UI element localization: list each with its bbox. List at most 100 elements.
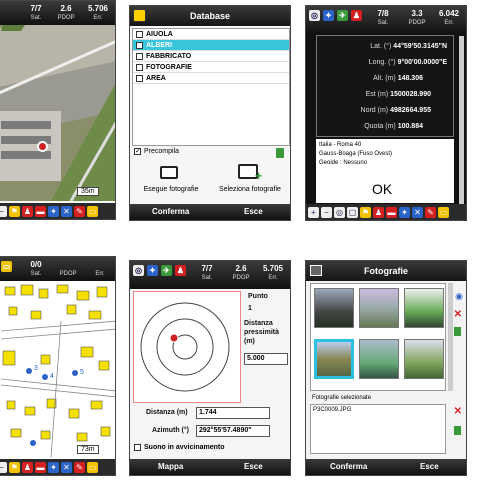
- confirm-button[interactable]: Conferma: [152, 207, 189, 216]
- sat-value: 7/8: [377, 9, 389, 18]
- screen-coordinates: ◎ ✦ ✈ ♟ 7/8 Sat. 3.3 PDOP 6.042 Err. Lat…: [305, 5, 467, 221]
- precompila-checkbox[interactable]: ✓ Precompila: [134, 148, 179, 155]
- edit-icon[interactable]: ✎: [74, 461, 85, 473]
- list-item-label: FABBRICATO: [146, 52, 192, 60]
- car-icon[interactable]: ▬: [35, 205, 46, 217]
- photo-thumbnail[interactable]: [404, 339, 444, 379]
- map-button[interactable]: Mappa: [158, 462, 183, 471]
- map-toolbar: + − ⚑ ♟ ▬ ✦ ✕ ✎ ▭: [0, 459, 115, 475]
- list-item[interactable]: FOTOGRAFIE: [133, 62, 289, 73]
- zoom-in-icon[interactable]: +: [308, 206, 319, 218]
- flag-icon[interactable]: ⚑: [9, 205, 20, 217]
- list-item[interactable]: AREA: [133, 73, 289, 84]
- photo-thumbnail[interactable]: [359, 339, 399, 379]
- zoom-out-icon[interactable]: −: [321, 206, 332, 218]
- checkbox[interactable]: [136, 52, 143, 60]
- car-icon[interactable]: ▬: [386, 206, 397, 218]
- confirm-button[interactable]: Conferma: [330, 462, 367, 471]
- satellite-icon: ✈: [161, 265, 172, 276]
- delete-icon[interactable]: ✕: [454, 406, 462, 417]
- err-label: Err.: [444, 20, 454, 26]
- route-icon[interactable]: ✕: [412, 206, 423, 218]
- app-logo-icon[interactable]: ◎: [309, 10, 320, 21]
- database-title-bar: Database: [130, 6, 290, 26]
- route-icon[interactable]: ✕: [61, 461, 72, 473]
- flag-icon[interactable]: ⚑: [9, 461, 20, 473]
- edit-icon[interactable]: ✎: [74, 205, 85, 217]
- proximity-distance-input[interactable]: 5.000: [244, 353, 288, 365]
- zoom-fit-icon[interactable]: ◎: [334, 206, 345, 218]
- pin-icon[interactable]: ✦: [399, 206, 410, 218]
- vector-map[interactable]: [0, 281, 116, 457]
- selected-file[interactable]: P3C0009.JPG: [313, 407, 351, 413]
- person-icon[interactable]: ♟: [373, 206, 384, 218]
- map-toolbar: + − ⚑ ♟ ▬ ✦ ✕ ✎ ▭: [0, 203, 115, 219]
- select-photo-button[interactable]: Seleziona fotografie: [212, 186, 288, 193]
- photo-thumbnail-selected[interactable]: [314, 339, 354, 379]
- trash-icon[interactable]: [454, 327, 461, 336]
- nord-value: 4982664.955: [390, 107, 431, 114]
- pdop-label: PDOP: [232, 275, 250, 281]
- photo-thumbnail[interactable]: [359, 288, 399, 328]
- route-icon[interactable]: ✕: [61, 205, 72, 217]
- list-item[interactable]: AIUOLA: [133, 29, 289, 40]
- app-icon[interactable]: [133, 9, 146, 22]
- alt-label: Alt. (m): [373, 75, 396, 82]
- add-photo-icon[interactable]: +: [238, 164, 262, 183]
- photo-thumbnail[interactable]: [404, 288, 444, 328]
- precompila-label: Precompila: [144, 148, 180, 155]
- camera-icon[interactable]: [310, 265, 322, 276]
- list-item[interactable]: ALBERI: [133, 40, 289, 51]
- zoom-area-icon[interactable]: ▢: [347, 206, 358, 218]
- checkbox[interactable]: [134, 444, 141, 451]
- target-radar[interactable]: [133, 291, 241, 403]
- list-item-label: AREA: [146, 74, 166, 82]
- photo-thumbnail[interactable]: [314, 288, 354, 328]
- delete-icon[interactable]: ✕: [454, 309, 462, 320]
- person-icon[interactable]: ♟: [22, 461, 33, 473]
- scrollbar[interactable]: [448, 283, 453, 391]
- trash-icon[interactable]: [276, 148, 284, 158]
- aerial-photo[interactable]: [0, 1, 116, 201]
- exec-photo-button[interactable]: Esegue fotografie: [136, 186, 206, 193]
- quota-row: Quota (m) 100.884: [364, 123, 423, 130]
- exit-button[interactable]: Esce: [420, 462, 439, 471]
- proximity-distance-label: Distanza pressimità (m): [244, 320, 280, 345]
- pin-icon[interactable]: ✦: [48, 205, 59, 217]
- exit-button[interactable]: Esce: [244, 207, 263, 216]
- azimuth-input[interactable]: 292°55'57.4890": [196, 425, 270, 437]
- checkbox[interactable]: [136, 74, 143, 82]
- flag-icon[interactable]: ⚑: [360, 206, 371, 218]
- est-label: Est (m): [365, 91, 389, 98]
- edit-icon[interactable]: ✎: [425, 206, 436, 218]
- marker-label: 3: [34, 365, 38, 372]
- checkbox-checked[interactable]: ✓: [134, 148, 141, 155]
- pdop-label: PDOP: [408, 20, 426, 26]
- car-icon[interactable]: ▬: [35, 461, 46, 473]
- sat-label: Sat.: [377, 20, 389, 26]
- ok-button[interactable]: OK: [372, 181, 392, 197]
- zoom-out-icon[interactable]: −: [0, 205, 7, 217]
- checkbox[interactable]: [136, 30, 143, 38]
- checkbox[interactable]: [136, 63, 143, 71]
- trash-icon[interactable]: [454, 426, 461, 435]
- sound-checkbox[interactable]: Suono in avvicinamento: [134, 444, 225, 451]
- eye-icon[interactable]: ◉: [455, 291, 463, 302]
- battery-icon: ▭: [438, 206, 449, 218]
- pin-icon[interactable]: ✦: [48, 461, 59, 473]
- distance-input[interactable]: 1.744: [196, 407, 270, 419]
- person-icon: ♟: [175, 265, 186, 276]
- sat-value: 7/7: [201, 264, 213, 273]
- scrollbar[interactable]: [459, 36, 464, 204]
- selected-photos-list[interactable]: P3C0009.JPG: [310, 404, 446, 454]
- app-logo-icon[interactable]: ◎: [133, 265, 144, 276]
- list-item[interactable]: FABBRICATO: [133, 51, 289, 62]
- exit-button[interactable]: Esce: [244, 462, 263, 471]
- coordinate-panel: Lat. (°) 44°59'50.3145"N Long. (°) 9°00'…: [316, 35, 454, 137]
- person-icon[interactable]: ♟: [22, 205, 33, 217]
- person-icon: ♟: [351, 10, 362, 21]
- checkbox[interactable]: [136, 41, 143, 49]
- pdop-value: 2.6: [60, 4, 72, 13]
- camera-icon[interactable]: [160, 166, 178, 179]
- zoom-out-icon[interactable]: −: [0, 461, 7, 473]
